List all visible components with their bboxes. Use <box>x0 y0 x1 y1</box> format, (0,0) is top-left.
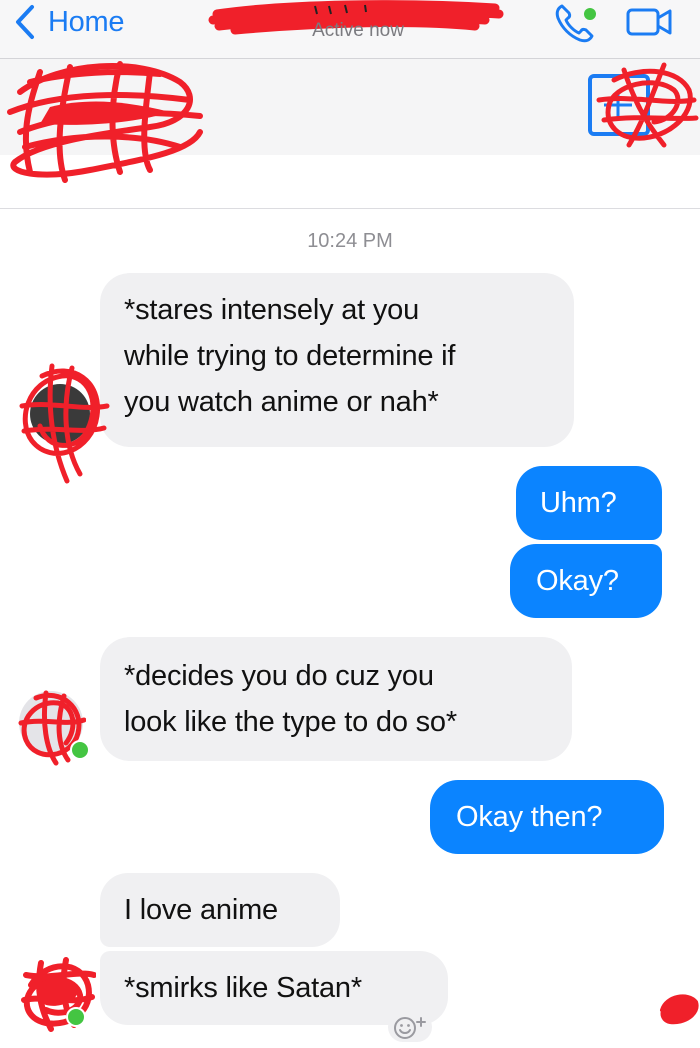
message-line: *stares intensely at you <box>124 294 420 326</box>
incoming-message-bubble[interactable]: *decides you do cuz you look like the ty… <box>100 637 572 761</box>
avatar-redaction <box>19 363 110 484</box>
navigation-bar: Home Active now <box>0 0 700 59</box>
incoming-message-bubble[interactable]: I love anime <box>100 873 340 947</box>
banner-redaction-right <box>588 62 699 148</box>
message-line: you watch anime or nah* <box>124 386 439 418</box>
avatar[interactable] <box>16 955 96 1032</box>
chevron-left-icon <box>16 5 34 39</box>
incoming-message-bubble[interactable]: *stares intensely at you while trying to… <box>100 273 574 447</box>
back-label: Home <box>48 5 125 38</box>
message-line: Okay then? <box>456 801 603 833</box>
message-line: *decides you do cuz you <box>124 660 434 692</box>
avatar[interactable] <box>16 688 90 766</box>
add-reaction-button[interactable] <box>388 1012 432 1042</box>
message-line: look like the type to do so* <box>124 706 457 738</box>
divider <box>0 208 700 209</box>
message-timestamp: 10:24 PM <box>307 230 393 252</box>
phone-icon[interactable] <box>548 0 600 44</box>
message-line: I love anime <box>124 894 278 926</box>
video-camera-icon[interactable] <box>624 4 674 40</box>
online-status-dot <box>66 1007 86 1027</box>
message-line: while trying to determine if <box>124 340 456 372</box>
banner-redaction-left <box>7 61 203 183</box>
online-status-dot <box>70 740 90 760</box>
back-button[interactable]: Home <box>8 2 124 42</box>
message-line: Uhm? <box>540 487 617 519</box>
outgoing-message-bubble[interactable]: Uhm? <box>516 466 662 540</box>
message-line: *smirks like Satan* <box>124 972 362 1004</box>
corner-redaction <box>660 994 699 1025</box>
outgoing-message-bubble[interactable]: Okay? <box>510 544 662 618</box>
outgoing-message-bubble[interactable]: Okay then? <box>430 780 664 854</box>
active-status: Active now <box>312 20 404 41</box>
emoji-plus-icon <box>394 1017 426 1039</box>
message-line: Okay? <box>536 565 619 597</box>
